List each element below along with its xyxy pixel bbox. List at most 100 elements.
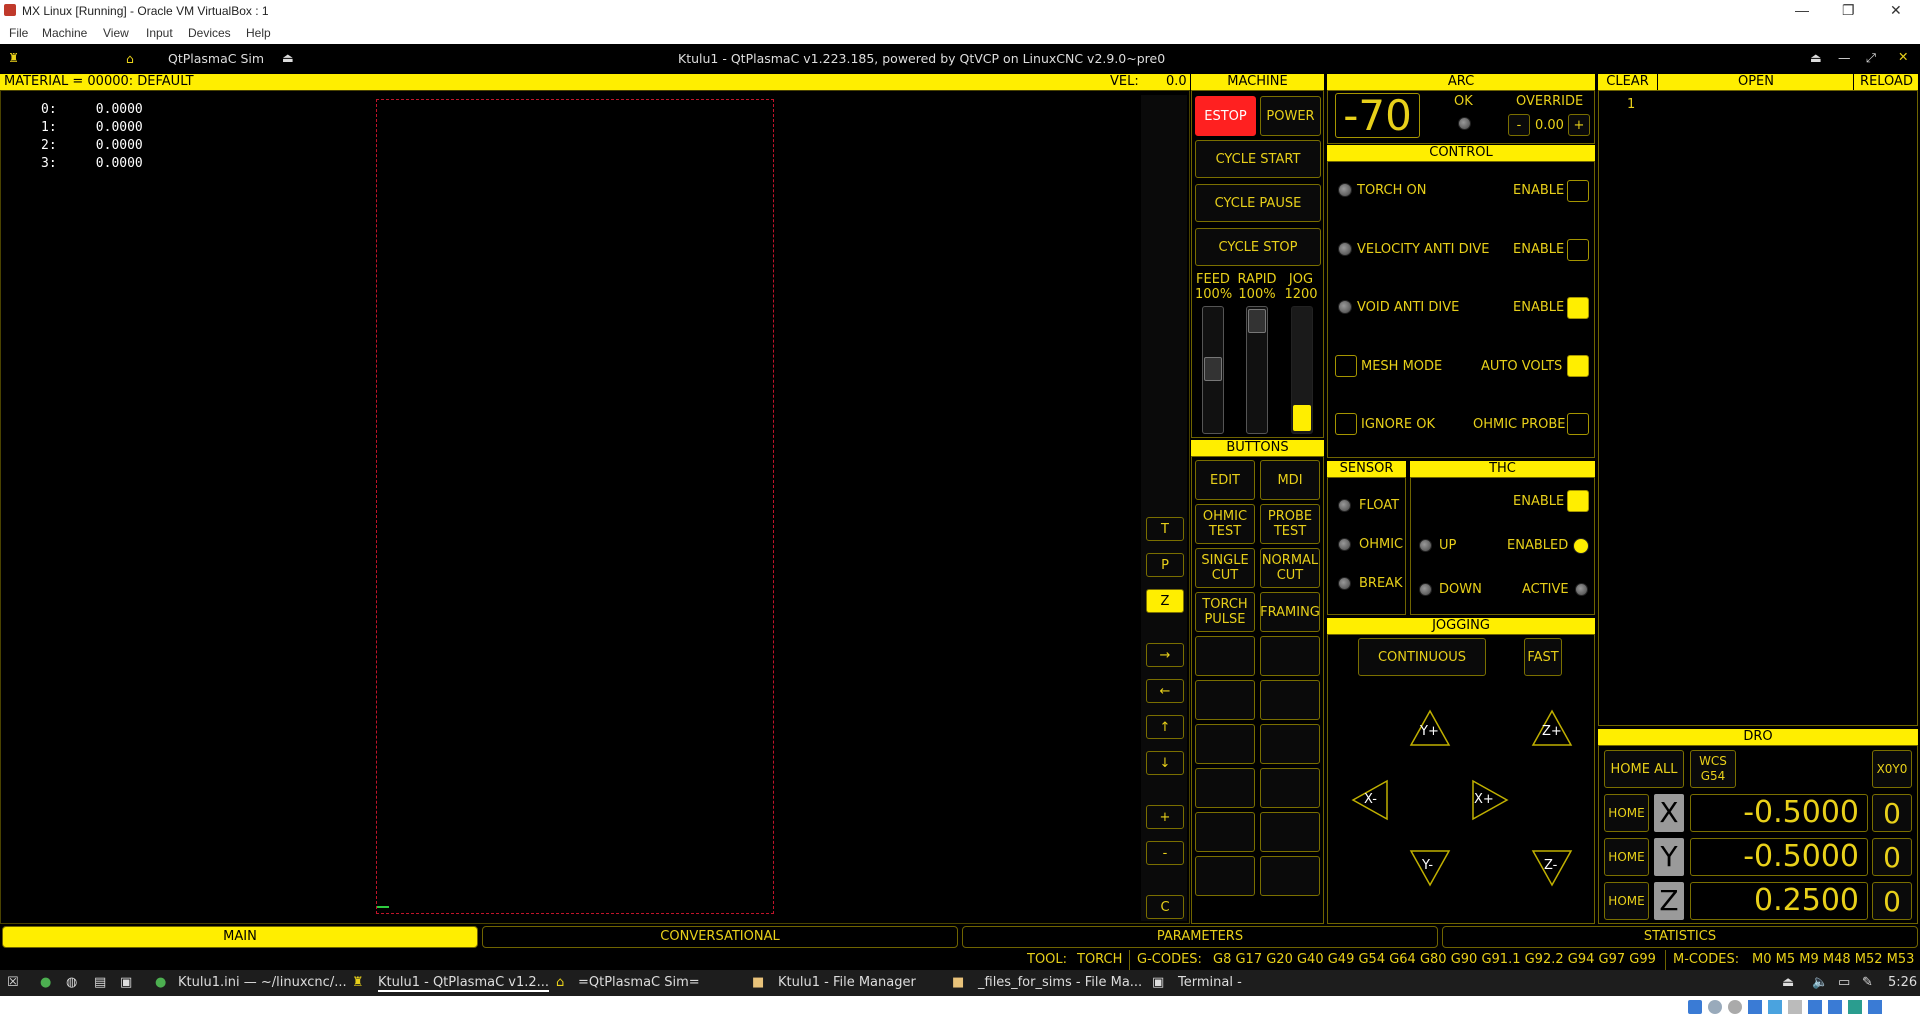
tab-conversational[interactable]: CONVERSATIONAL	[482, 926, 958, 948]
pan-down-button[interactable]: ↓	[1146, 751, 1184, 775]
user-button[interactable]	[1260, 724, 1320, 764]
maximize-icon[interactable]: ⤢	[1866, 50, 1876, 66]
edit-button[interactable]: EDIT	[1195, 460, 1255, 500]
menu-file[interactable]: File	[9, 26, 28, 40]
browser-icon[interactable]: ◍	[66, 975, 77, 990]
menu-machine[interactable]: Machine	[42, 26, 87, 40]
home-all-button[interactable]: HOME ALL	[1604, 750, 1684, 788]
framing-button[interactable]: FRAMING	[1260, 592, 1320, 632]
user-button[interactable]	[1195, 680, 1255, 720]
minimize-icon[interactable]: —	[1838, 50, 1851, 65]
tab-main[interactable]: MAIN	[2, 926, 478, 948]
storage-icon[interactable]	[1688, 1000, 1702, 1014]
pan-up-button[interactable]: ↑	[1146, 715, 1184, 739]
cycle-start-button[interactable]: CYCLE START	[1195, 140, 1321, 178]
task-item[interactable]: Terminal -	[1178, 975, 1242, 990]
view-z-button[interactable]: Z	[1146, 589, 1184, 613]
eject-icon[interactable]: ⏏	[282, 50, 294, 65]
slider-handle[interactable]	[1293, 405, 1311, 431]
gcode-preview[interactable]: 0: 0.0000 1: 0.0000 2: 0.0000 3: 0.0000	[0, 90, 1190, 924]
eject-icon[interactable]: ⏏	[1782, 975, 1794, 990]
terminal-icon[interactable]: ▣	[120, 975, 132, 990]
vad-enable-checkbox[interactable]	[1567, 239, 1589, 261]
tab-parameters[interactable]: PARAMETERS	[962, 926, 1438, 948]
user-button[interactable]	[1260, 768, 1320, 808]
network-icon[interactable]	[1748, 1000, 1762, 1014]
clock[interactable]: 5:26	[1888, 975, 1917, 990]
open-button[interactable]: OPEN	[1659, 74, 1854, 90]
user-button[interactable]	[1260, 680, 1320, 720]
restore-icon[interactable]: ❐	[1842, 2, 1855, 19]
close-icon[interactable]: ✕	[1898, 49, 1908, 64]
override-plus-button[interactable]: +	[1568, 114, 1590, 136]
mdi-button[interactable]: MDI	[1260, 460, 1320, 500]
user-button[interactable]	[1260, 812, 1320, 852]
clear-live-plot-button[interactable]: C	[1146, 895, 1184, 919]
user-button[interactable]	[1195, 724, 1255, 764]
x0y0-button[interactable]: X0Y0	[1872, 750, 1912, 788]
home-z-button[interactable]: HOME	[1604, 882, 1649, 920]
display-icon[interactable]	[1808, 1000, 1822, 1014]
task-item[interactable]: _files_for_sims - File Ma...	[978, 975, 1142, 990]
recording-icon[interactable]	[1828, 1000, 1842, 1014]
zero-x-button[interactable]: 0	[1872, 794, 1912, 832]
eject-icon[interactable]: ⏏	[1810, 50, 1822, 65]
cpu-icon[interactable]	[1848, 1000, 1862, 1014]
clipboard-icon[interactable]: ✎	[1862, 975, 1873, 990]
auto-volts-checkbox[interactable]	[1567, 355, 1589, 377]
menu-devices[interactable]: Devices	[188, 26, 231, 40]
task-item[interactable]: =QtPlasmaC Sim=	[578, 975, 700, 990]
minimize-icon[interactable]: —	[1795, 2, 1809, 18]
rapid-slider[interactable]	[1246, 306, 1268, 434]
void-enable-checkbox[interactable]	[1567, 297, 1589, 319]
zero-z-button[interactable]: 0	[1872, 882, 1912, 920]
ohmic-probe-checkbox[interactable]	[1567, 413, 1589, 435]
cycle-pause-button[interactable]: CYCLE PAUSE	[1195, 184, 1321, 222]
probe-test-button[interactable]: PROBE TEST	[1260, 504, 1320, 544]
thc-enable-checkbox[interactable]	[1567, 490, 1589, 512]
task-item[interactable]: Ktulu1.ini — ~/linuxcnc/...	[178, 975, 347, 990]
home-x-button[interactable]: HOME	[1604, 794, 1649, 832]
zoom-in-button[interactable]: +	[1146, 805, 1184, 829]
close-icon[interactable]: ✕	[1890, 2, 1902, 19]
user-button[interactable]	[1260, 856, 1320, 896]
slider-handle[interactable]	[1204, 357, 1222, 381]
jog-fast-button[interactable]: FAST	[1524, 638, 1562, 676]
volume-icon[interactable]: 🔈	[1812, 975, 1828, 990]
task-item-active[interactable]: Ktulu1 - QtPlasmaC v1.2...	[378, 975, 550, 992]
jog-slider[interactable]	[1291, 306, 1313, 434]
mesh-mode-checkbox[interactable]	[1335, 355, 1357, 377]
menu-help[interactable]: Help	[246, 26, 271, 40]
ignore-ok-checkbox[interactable]	[1335, 413, 1357, 435]
slider-handle[interactable]	[1248, 309, 1266, 333]
optical-icon[interactable]	[1708, 1000, 1722, 1014]
wcs-button[interactable]: WCS G54	[1690, 750, 1736, 788]
user-button[interactable]	[1260, 636, 1320, 676]
feed-slider[interactable]	[1202, 306, 1224, 434]
audio-icon[interactable]	[1728, 1000, 1742, 1014]
zoom-out-button[interactable]: -	[1146, 841, 1184, 865]
single-cut-button[interactable]: SINGLE CUT	[1195, 548, 1255, 588]
normal-cut-button[interactable]: NORMAL CUT	[1260, 548, 1320, 588]
view-top-button[interactable]: T	[1146, 517, 1184, 541]
usb-icon[interactable]	[1768, 1000, 1782, 1014]
files-icon[interactable]: ▤	[94, 975, 106, 990]
tab-statistics[interactable]: STATISTICS	[1442, 926, 1918, 948]
menu-icon[interactable]: ☒	[7, 975, 19, 990]
jog-continuous-button[interactable]: CONTINUOUS	[1358, 638, 1486, 676]
task-item[interactable]: Ktulu1 - File Manager	[778, 975, 916, 990]
view-perspective-button[interactable]: P	[1146, 553, 1184, 577]
mouse-icon[interactable]	[1868, 1000, 1882, 1014]
user-button[interactable]	[1195, 856, 1255, 896]
user-button[interactable]	[1195, 812, 1255, 852]
zero-y-button[interactable]: 0	[1872, 838, 1912, 876]
ohmic-test-button[interactable]: OHMIC TEST	[1195, 504, 1255, 544]
clear-button[interactable]: CLEAR	[1598, 74, 1658, 90]
pan-left-button[interactable]: ←	[1146, 679, 1184, 703]
menu-input[interactable]: Input	[146, 26, 173, 40]
override-minus-button[interactable]: -	[1508, 114, 1530, 136]
pan-right-button[interactable]: →	[1146, 643, 1184, 667]
shared-folder-icon[interactable]	[1788, 1000, 1802, 1014]
display-icon[interactable]: ▭	[1838, 975, 1850, 990]
launcher-icon[interactable]: ●	[40, 975, 51, 990]
